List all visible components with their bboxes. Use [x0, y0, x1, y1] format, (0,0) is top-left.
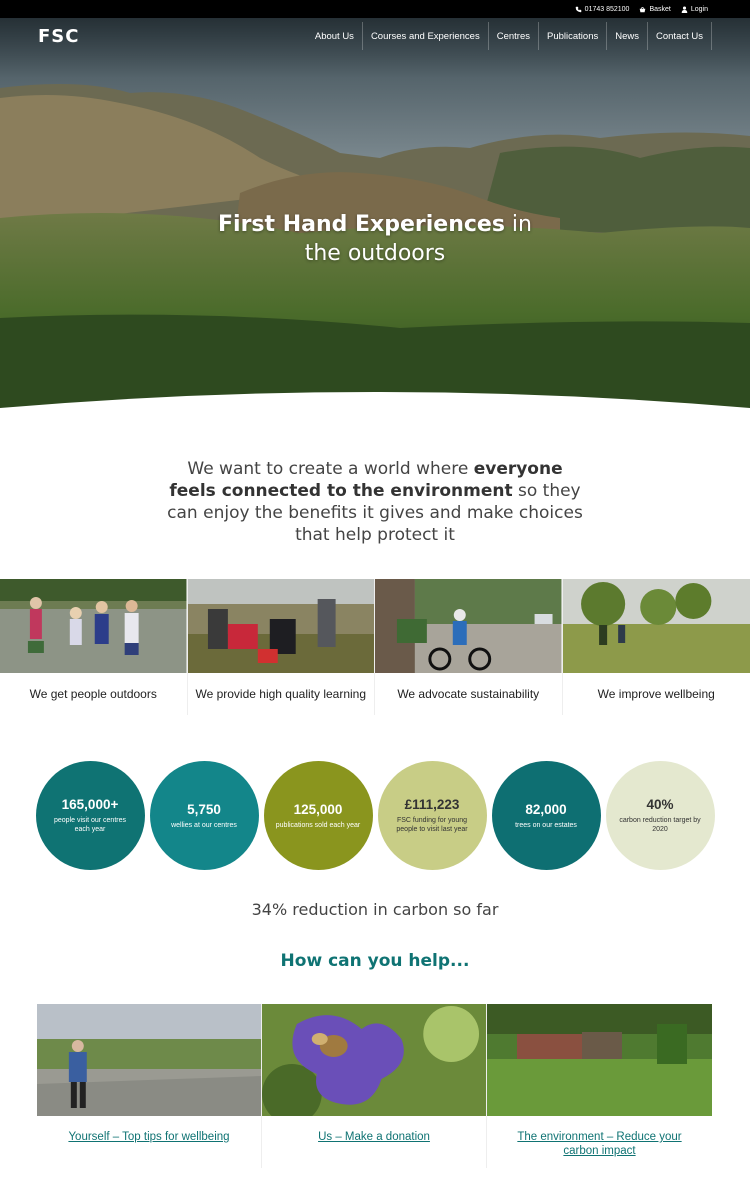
login-link[interactable]: Login	[681, 6, 708, 13]
stat-carbon-target: 40% carbon reduction target by 2020	[605, 761, 715, 870]
walking-photo	[562, 579, 750, 673]
hero-title-bold: First Hand Experiences	[218, 212, 505, 237]
phone-link[interactable]: 01743 852100	[575, 5, 630, 13]
stat-publications: 125,000 publications sold each year	[263, 761, 373, 870]
pillar-card-sustainability[interactable]: We advocate sustainability	[375, 579, 563, 715]
cycling-photo	[375, 579, 562, 673]
phone-number: 01743 852100	[584, 5, 630, 13]
help-cards: Yourself – Top tips for wellbeing Us – M…	[37, 1004, 713, 1168]
help-link-donation[interactable]: Us – Make a donation	[262, 1116, 486, 1168]
mission-part1: We want to create a world where	[187, 459, 474, 479]
hero-banner: FSC About Us Courses and Experiences Cen…	[0, 18, 750, 418]
stat-value: 82,000	[525, 801, 567, 817]
nav-about-us[interactable]: About Us	[307, 22, 362, 50]
main-nav: About Us Courses and Experiences Centres…	[307, 22, 712, 50]
carbon-reduction-text: 34% reduction in carbon so far	[251, 900, 499, 919]
main-header: FSC About Us Courses and Experiences Cen…	[0, 18, 750, 54]
login-label: Login	[690, 5, 708, 13]
stat-label: trees on our estates	[515, 821, 577, 829]
hero-wave-divider	[0, 392, 750, 418]
stat-label: publications sold each year	[275, 821, 361, 829]
basket-link[interactable]: Basket	[639, 5, 671, 13]
pillar-card-outdoors[interactable]: We get people outdoors	[0, 579, 188, 715]
basket-label: Basket	[649, 5, 671, 13]
pillar-card-learning[interactable]: We provide high quality learning	[187, 579, 375, 715]
bee-flower-photo	[262, 1004, 486, 1116]
pillar-caption: We provide high quality learning	[195, 687, 367, 701]
pillar-caption: We improve wellbeing	[597, 687, 715, 701]
nav-news[interactable]: News	[606, 22, 647, 50]
basket-icon	[640, 6, 646, 12]
phone-icon	[575, 6, 581, 12]
stat-value: 125,000	[293, 801, 343, 817]
stat-trees: 82,000 trees on our estates	[491, 761, 601, 870]
nav-contact-us[interactable]: Contact Us	[647, 22, 712, 50]
hiker-photo	[37, 1004, 261, 1116]
pillar-caption: We get people outdoors	[29, 687, 157, 701]
help-card-environment: The environment – Reduce your carbon imp…	[487, 1004, 712, 1168]
field-learning-photo	[187, 579, 374, 673]
stat-label: people visit our centres each year	[54, 817, 126, 833]
stat-value: 5,750	[187, 801, 221, 817]
pillars-strip: We get people outdoors We provide high q…	[0, 579, 750, 715]
fsc-logo[interactable]: FSC	[38, 26, 79, 47]
stat-label: wellies at our centres	[171, 821, 237, 829]
stat-label: carbon reduction target by 2020	[619, 817, 701, 833]
stat-wellies: 5,750 wellies at our centres	[149, 761, 259, 870]
help-card-donation: Us – Make a donation	[262, 1004, 487, 1168]
garden-photo	[487, 1004, 712, 1116]
stats-row: 165,000+ people visit our centres each y…	[0, 761, 750, 870]
nav-publications[interactable]: Publications	[538, 22, 606, 50]
stat-funding: £111,223 FSC funding for young people to…	[377, 761, 487, 870]
mission-statement: We want to create a world where everyone…	[165, 458, 585, 546]
help-link-yourself[interactable]: Yourself – Top tips for wellbeing	[37, 1116, 261, 1168]
stat-label: FSC funding for young people to visit la…	[396, 817, 468, 833]
hero-title: First Hand Experiences in the outdoors	[0, 210, 750, 268]
stat-value: 165,000+	[61, 797, 119, 812]
user-icon	[681, 6, 688, 13]
help-card-yourself: Yourself – Top tips for wellbeing	[37, 1004, 262, 1168]
help-section-title: How can you help...	[280, 951, 470, 971]
stat-value: 40%	[646, 797, 674, 812]
stat-visitors: 165,000+ people visit our centres each y…	[35, 761, 145, 870]
stat-value: £111,223	[404, 797, 460, 812]
hero-title-line2: the outdoors	[304, 241, 446, 266]
help-link-environment[interactable]: The environment – Reduce your carbon imp…	[487, 1116, 712, 1168]
nav-courses[interactable]: Courses and Experiences	[361, 22, 488, 50]
utility-bar: 01743 852100 Basket Login	[0, 0, 750, 18]
nav-centres[interactable]: Centres	[487, 22, 538, 50]
pillar-caption: We advocate sustainability	[397, 687, 540, 701]
hero-title-rest: in	[504, 212, 532, 237]
children-outdoors-photo	[0, 579, 187, 673]
pillar-card-wellbeing[interactable]: We improve wellbeing	[562, 579, 750, 715]
